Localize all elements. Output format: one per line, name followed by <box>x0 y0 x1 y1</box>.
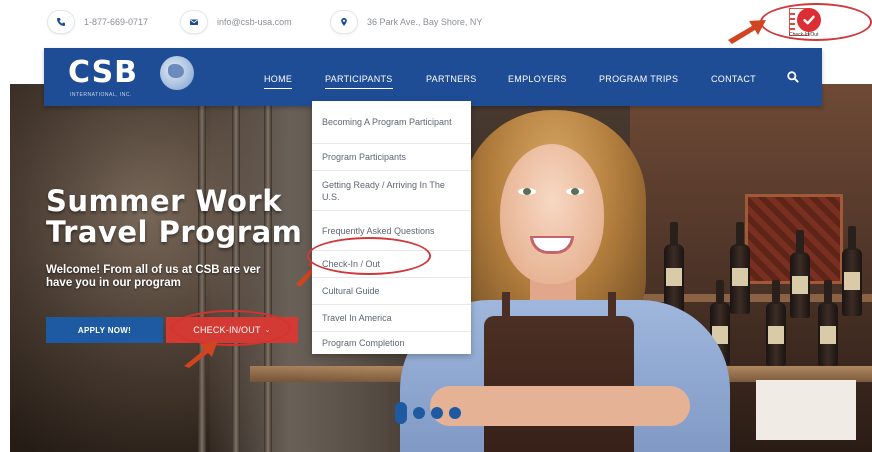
contact-email-text: info@csb-usa.com <box>217 17 292 27</box>
contact-phone[interactable]: 1-877-669-0717 <box>48 11 148 33</box>
wine-bottle <box>818 280 838 366</box>
top-contact-bar: 1-877-669-0717 info@csb-usa.com 36 Park … <box>0 0 872 46</box>
dropdown-item-becoming-participant[interactable]: Becoming A Program Participant <box>312 101 471 144</box>
main-navbar: CSB INTERNATIONAL, INC. HOME PARTICIPANT… <box>44 48 822 106</box>
nav-contact[interactable]: CONTACT <box>711 74 756 84</box>
annotation-oval-dropdown <box>307 237 431 275</box>
person-apron <box>484 316 634 452</box>
phone-icon <box>48 11 74 33</box>
nav-partners[interactable]: PARTNERS <box>426 74 477 84</box>
checkin-badge-label: Check-In/Out <box>789 32 819 38</box>
logo[interactable]: CSB INTERNATIONAL, INC. <box>68 55 208 99</box>
slider-dot[interactable] <box>431 407 443 419</box>
logo-text: CSB <box>68 55 139 90</box>
check-icon <box>797 8 821 32</box>
hero-title: Summer Work Travel Program <box>46 186 302 248</box>
dropdown-item-getting-ready[interactable]: Getting Ready / Arriving In The U.S. <box>312 171 471 211</box>
nav-participants[interactable]: PARTICIPANTS <box>325 74 393 89</box>
hero-welcome: Welcome! From all of us at CSB are ver h… <box>46 264 336 290</box>
slider-dot[interactable] <box>413 407 425 419</box>
contact-phone-text: 1-877-669-0717 <box>84 17 149 27</box>
nav-employers[interactable]: EMPLOYERS <box>508 74 567 84</box>
map-marker-icon <box>331 11 357 33</box>
person-face <box>500 144 604 284</box>
dropdown-item-travel-america[interactable]: Travel In America <box>312 305 471 332</box>
page: 1-877-669-0717 info@csb-usa.com 36 Park … <box>0 0 872 452</box>
dropdown-item-program-participants[interactable]: Program Participants <box>312 144 471 171</box>
person-eye <box>566 188 584 195</box>
hero-card <box>756 380 856 440</box>
logo-subtext: INTERNATIONAL, INC. <box>70 92 132 98</box>
arrow-icon <box>184 340 218 368</box>
arrow-icon <box>728 20 766 44</box>
wine-bottle <box>842 226 862 316</box>
contact-address[interactable]: 36 Park Ave., Bay Shore, NY <box>331 11 482 33</box>
nav-program-trips[interactable]: PROGRAM TRIPS <box>599 74 678 84</box>
hero-title-line1: Summer Work <box>46 184 282 218</box>
slider-dot[interactable] <box>395 402 407 424</box>
person-arms <box>430 386 690 426</box>
person-eye <box>518 188 536 195</box>
hero-title-line2: Travel Program <box>46 215 303 249</box>
contact-address-text: 36 Park Ave., Bay Shore, NY <box>367 17 483 27</box>
dropdown-item-cultural-guide[interactable]: Cultural Guide <box>312 278 471 305</box>
slider-dot[interactable] <box>449 407 461 419</box>
nav-home[interactable]: HOME <box>264 74 293 89</box>
apply-now-button[interactable]: APPLY NOW! <box>46 317 163 343</box>
wine-bottle <box>766 280 786 366</box>
contact-email[interactable]: info@csb-usa.com <box>181 11 292 33</box>
globe-icon <box>160 56 194 90</box>
envelope-icon <box>181 11 207 33</box>
slider-dots <box>395 402 467 424</box>
hero-welcome-line2: have you in our program <box>46 277 181 289</box>
dropdown-item-program-completion[interactable]: Program Completion <box>312 332 471 354</box>
wine-bottle <box>790 230 810 318</box>
person-smile <box>530 236 574 254</box>
participants-dropdown: Becoming A Program Participant Program P… <box>312 101 471 354</box>
hero-welcome-line1: Welcome! From all of us at CSB are ver <box>46 264 261 276</box>
checkin-badge[interactable]: Check-In/Out <box>785 6 823 40</box>
search-icon[interactable] <box>786 70 800 84</box>
